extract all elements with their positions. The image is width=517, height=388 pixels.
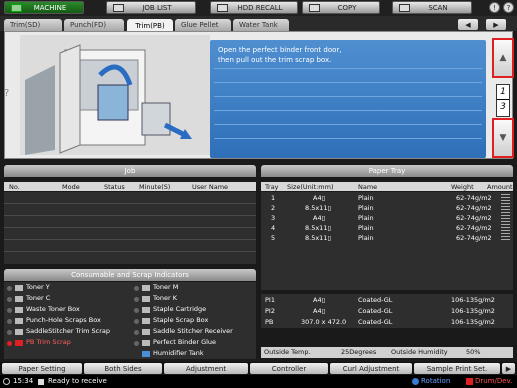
scan-icon: [399, 4, 410, 12]
tab-water-tank[interactable]: Water Tank: [233, 19, 289, 31]
saddle-trim-icon: [15, 329, 23, 335]
rotation-icon: [412, 378, 419, 385]
job-list-button[interactable]: JOB LIST: [106, 1, 196, 14]
guide-line-2: then pull out the trim scrap box.: [218, 56, 332, 64]
consumable-toner-c: Toner C: [26, 294, 51, 302]
waste-box-icon: [15, 307, 23, 313]
status-dot: [134, 341, 139, 346]
binder-illustration: [20, 35, 210, 155]
info-icon[interactable]: !: [489, 2, 500, 13]
status-dot: [7, 308, 12, 313]
curl-adjustment-button[interactable]: Curl Adjustment: [330, 363, 412, 374]
alert-dot: [7, 341, 12, 346]
consumable-saddle-receiver: Saddle Stitcher Receiver: [153, 327, 233, 335]
binder-diagram-icon: [20, 35, 210, 155]
post-inserter-list: PI1 A4▯ Coated-GL 106-135g/m2 PI2 A4▯ Co…: [261, 294, 513, 328]
consumable-punch-hole-box: Punch-Hole Scraps Box: [26, 316, 101, 324]
guide-help-mark: ?: [4, 88, 10, 99]
status-time: 15:34: [13, 377, 34, 385]
clock-icon: [3, 378, 10, 385]
toner-icon: [142, 296, 150, 302]
tab-trim-sd[interactable]: Trim(SD): [4, 19, 62, 31]
consumable-binder-glue: Perfect Binder Glue: [153, 338, 217, 346]
consumables-panel-title: Consumable and Scrap Indicators: [4, 269, 256, 281]
paper-tray-title: Paper Tray: [261, 165, 513, 177]
status-dot: [134, 286, 139, 291]
both-sides-button[interactable]: Both Sides: [84, 363, 162, 374]
page-indicator: 1 3: [496, 84, 510, 117]
guide-line-1: Open the perfect binder front door,: [218, 46, 342, 54]
top-bar: MACHINE JOB LIST HDD RECALL COPY SCAN ! …: [0, 0, 517, 16]
printer-icon: [38, 379, 44, 385]
receiver-icon: [142, 329, 150, 335]
consumable-staple-scrap-box: Staple Scrap Box: [153, 316, 209, 324]
environment-bar: Outside Temp. 25Degrees Outside Humidity…: [261, 347, 513, 358]
adjustment-button[interactable]: Adjustment: [164, 363, 248, 374]
consumable-saddle-trim-scrap: SaddleStitcher Trim Scrap: [26, 327, 110, 335]
paper-setting-button[interactable]: Paper Setting: [2, 363, 82, 374]
pb-trim-icon: [15, 340, 23, 346]
status-bar: 15:34 Ready to receive Rotation Drum/Dev…: [0, 375, 517, 388]
status-message: Ready to receive: [48, 377, 107, 385]
tab-glue-pellet[interactable]: Glue Pellet: [175, 19, 231, 31]
machine-button[interactable]: MACHINE: [4, 1, 84, 14]
staple-scrap-icon: [142, 318, 150, 324]
guide-instructions: Open the perfect binder front door, then…: [210, 40, 486, 158]
job-panel-title: Job: [4, 165, 256, 177]
help-icon[interactable]: ?: [503, 2, 514, 13]
status-dot: [134, 330, 139, 335]
glue-icon: [142, 340, 150, 346]
status-dot: [7, 319, 12, 324]
staple-icon: [142, 307, 150, 313]
tab-next-button[interactable]: ▶: [486, 19, 506, 30]
status-dot: [7, 330, 12, 335]
rotation-label: Rotation: [421, 377, 451, 385]
machine-icon: [11, 4, 22, 12]
humidifier-icon: [142, 351, 150, 357]
consumable-pb-trim-scrap: PB Trim Scrap: [26, 338, 71, 346]
status-dot: [134, 319, 139, 324]
bottom-next-button[interactable]: ▶: [502, 363, 515, 374]
consumable-toner-k: Toner K: [153, 294, 177, 302]
triangle-down-icon: ▼: [499, 133, 507, 143]
hdd-recall-button[interactable]: HDD RECALL: [210, 1, 298, 14]
triangle-up-icon: ▲: [499, 53, 507, 63]
scan-button[interactable]: SCAN: [392, 1, 472, 14]
sample-print-button[interactable]: Sample Print Set.: [414, 363, 500, 374]
job-list-icon: [113, 4, 124, 12]
consumable-toner-y: Toner Y: [26, 283, 50, 291]
controller-button[interactable]: Controller: [250, 363, 328, 374]
job-header: No. Mode Status Minute(S) User Name: [4, 182, 256, 191]
tab-prev-button[interactable]: ◀: [458, 19, 478, 30]
copy-icon: [309, 4, 320, 12]
drum-label: Drum/Dev.: [475, 377, 513, 385]
status-dot: [134, 297, 139, 302]
toner-icon: [15, 296, 23, 302]
consumable-waste-toner-box: Waste Toner Box: [26, 305, 80, 313]
paper-tray-list: 1 A4▯ Plain 62-74g/m2 2 8.5x11▯ Plain 62…: [261, 192, 513, 290]
drum-icon: [466, 378, 473, 385]
toner-icon: [142, 285, 150, 291]
scroll-down-button[interactable]: ▼: [492, 118, 514, 158]
amount-gauge: [501, 194, 510, 242]
scroll-up-button[interactable]: ▲: [492, 38, 514, 78]
punch-box-icon: [15, 318, 23, 324]
paper-tray-header: Tray Size(Unit:mm) Name Weight Amount: [261, 182, 513, 191]
tab-row: Trim(SD) Punch(FD) Trim(PB) Glue Pellet …: [0, 16, 517, 32]
toner-icon: [15, 285, 23, 291]
consumables-list: Toner Y Toner C Waste Toner Box Punch-Ho…: [4, 282, 256, 359]
consumable-toner-m: Toner M: [153, 283, 179, 291]
tab-punch-fd[interactable]: Punch(FD): [64, 19, 124, 31]
status-dot: [134, 308, 139, 313]
consumable-humidifier-tank: Humidifier Tank: [153, 349, 204, 357]
hdd-recall-icon: [217, 4, 228, 12]
copy-button[interactable]: COPY: [302, 1, 380, 14]
job-list[interactable]: [4, 192, 256, 264]
status-dot: [7, 286, 12, 291]
consumable-staple-cartridge: Staple Cartridge: [153, 305, 207, 313]
status-dot: [7, 297, 12, 302]
bottom-bar: Paper Setting Both Sides Adjustment Cont…: [0, 362, 517, 374]
